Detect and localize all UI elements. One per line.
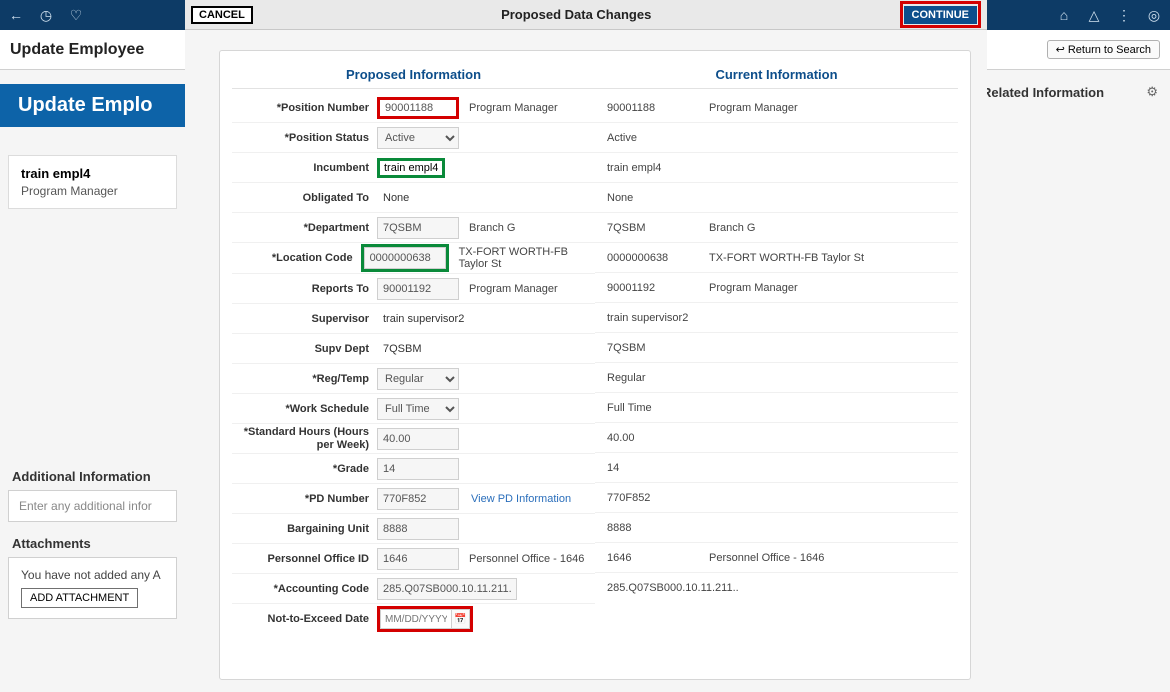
cur-supervisor: train supervisor2 <box>607 312 709 324</box>
cur-reports-to-desc: Program Manager <box>709 282 798 294</box>
bg-empl-role: Program Manager <box>21 184 164 198</box>
incumbent-value: train empl4 <box>377 158 445 178</box>
label-obligated-to: Obligated To <box>232 192 377 204</box>
label-position-status: *Position Status <box>232 132 377 144</box>
additional-info-input[interactable]: Enter any additional infor <box>8 490 177 522</box>
proposed-header: Proposed Information <box>232 61 595 89</box>
related-information-link[interactable]: Related Information <box>982 85 1104 100</box>
nte-date-input[interactable] <box>380 609 452 629</box>
label-supv-dept: Supv Dept <box>232 343 377 355</box>
label-location-code: *Location Code <box>232 252 361 264</box>
position-number-desc: Program Manager <box>459 102 558 114</box>
position-status-select[interactable]: Active <box>377 127 459 149</box>
position-number-input[interactable] <box>377 97 459 119</box>
compass-icon[interactable]: ◎ <box>1146 7 1162 23</box>
cur-incumbent: train empl4 <box>607 162 709 174</box>
return-to-search-button[interactable]: ↩ Return to Search <box>1047 40 1160 59</box>
cur-personnel-office-desc: Personnel Office - 1646 <box>709 552 824 564</box>
cur-position-number-desc: Program Manager <box>709 102 798 114</box>
department-input[interactable] <box>377 217 459 239</box>
label-accounting-code: *Accounting Code <box>232 583 377 595</box>
label-incumbent: Incumbent <box>232 162 377 174</box>
cur-location-code-desc: TX-FORT WORTH-FB Taylor St <box>709 252 864 264</box>
attachments-text: You have not added any A <box>21 568 164 582</box>
favorite-icon[interactable]: ♡ <box>68 7 84 23</box>
cancel-button[interactable]: CANCEL <box>191 6 253 24</box>
cur-position-number: 90001188 <box>607 102 709 114</box>
supervisor-value: train supervisor2 <box>377 313 464 325</box>
modal-title: Proposed Data Changes <box>501 7 651 22</box>
dialog: Proposed Information *Position Number Pr… <box>185 30 987 690</box>
department-desc: Branch G <box>459 222 515 234</box>
cur-obligated-to: None <box>607 192 709 204</box>
cur-department-desc: Branch G <box>709 222 755 234</box>
gear-icon[interactable]: ⚙ <box>1146 84 1158 100</box>
label-std-hours: *Standard Hours (Hours per Week) <box>232 426 377 450</box>
label-reg-temp: *Reg/Temp <box>232 373 377 385</box>
continue-highlight: CONTINUE <box>900 1 981 28</box>
label-bargaining-unit: Bargaining Unit <box>232 523 377 535</box>
label-work-schedule: *Work Schedule <box>232 403 377 415</box>
reports-to-input[interactable] <box>377 278 459 300</box>
cur-supv-dept: 7QSBM <box>607 342 709 354</box>
location-code-desc: TX-FORT WORTH-FB Taylor St <box>449 246 595 270</box>
add-attachment-button[interactable]: ADD ATTACHMENT <box>21 588 138 608</box>
label-grade: *Grade <box>232 463 377 475</box>
label-personnel-office: Personnel Office ID <box>232 553 377 565</box>
label-pd-number: *PD Number <box>232 493 377 505</box>
supv-dept-value: 7QSBM <box>377 343 422 355</box>
additional-info-label: Additional Information <box>12 469 185 484</box>
history-icon[interactable]: ◷ <box>38 7 54 23</box>
cur-personnel-office: 1646 <box>607 552 709 564</box>
cur-location-code: 0000000638 <box>607 252 709 264</box>
location-code-input[interactable] <box>364 247 446 269</box>
bg-empl-name: train empl4 <box>21 166 164 181</box>
page-title: Update Employee <box>10 41 144 59</box>
home-icon[interactable]: ⌂ <box>1056 7 1072 23</box>
cur-grade: 14 <box>607 462 709 474</box>
menu-icon[interactable]: ⋮ <box>1116 7 1132 23</box>
modal-bar: CANCEL Proposed Data Changes CONTINUE <box>185 0 987 30</box>
label-department: *Department <box>232 222 377 234</box>
bg-title: Update Emplo <box>0 84 185 127</box>
obligated-to-value: None <box>377 192 409 204</box>
reg-temp-select[interactable]: Regular <box>377 368 459 390</box>
personnel-office-desc: Personnel Office - 1646 <box>459 553 584 565</box>
cur-accounting-code: 285.Q07SB000.10.11.211.. <box>607 582 739 594</box>
label-position-number: *Position Number <box>232 102 377 114</box>
current-header: Current Information <box>595 61 958 89</box>
grade-input[interactable] <box>377 458 459 480</box>
cur-reg-temp: Regular <box>607 372 709 384</box>
label-supervisor: Supervisor <box>232 313 377 325</box>
label-nte-date: Not-to-Exceed Date <box>232 613 377 625</box>
notifications-icon[interactable]: △ <box>1086 7 1102 23</box>
accounting-code-input[interactable] <box>377 578 517 600</box>
cur-pd-number: 770F852 <box>607 492 709 504</box>
pd-number-input[interactable] <box>377 488 459 510</box>
cur-bargaining-unit: 8888 <box>607 522 709 534</box>
bargaining-unit-input[interactable] <box>377 518 459 540</box>
cur-reports-to: 90001192 <box>607 282 709 294</box>
reports-to-desc: Program Manager <box>459 283 558 295</box>
current-column: Current Information 90001188Program Mana… <box>595 61 958 634</box>
cur-work-schedule: Full Time <box>607 402 709 414</box>
nte-date-highlight: 📅 <box>377 606 473 632</box>
view-pd-link[interactable]: View PD Information <box>459 493 571 505</box>
cur-std-hours: 40.00 <box>607 432 709 444</box>
proposed-column: Proposed Information *Position Number Pr… <box>232 61 595 634</box>
cur-department: 7QSBM <box>607 222 709 234</box>
personnel-office-input[interactable] <box>377 548 459 570</box>
attachments-label: Attachments <box>12 536 185 551</box>
back-icon[interactable]: ← <box>8 7 24 23</box>
cur-position-status: Active <box>607 132 709 144</box>
continue-button[interactable]: CONTINUE <box>904 6 977 24</box>
std-hours-input[interactable] <box>377 428 459 450</box>
label-reports-to: Reports To <box>232 283 377 295</box>
work-schedule-select[interactable]: Full Time <box>377 398 459 420</box>
calendar-icon[interactable]: 📅 <box>452 609 470 629</box>
